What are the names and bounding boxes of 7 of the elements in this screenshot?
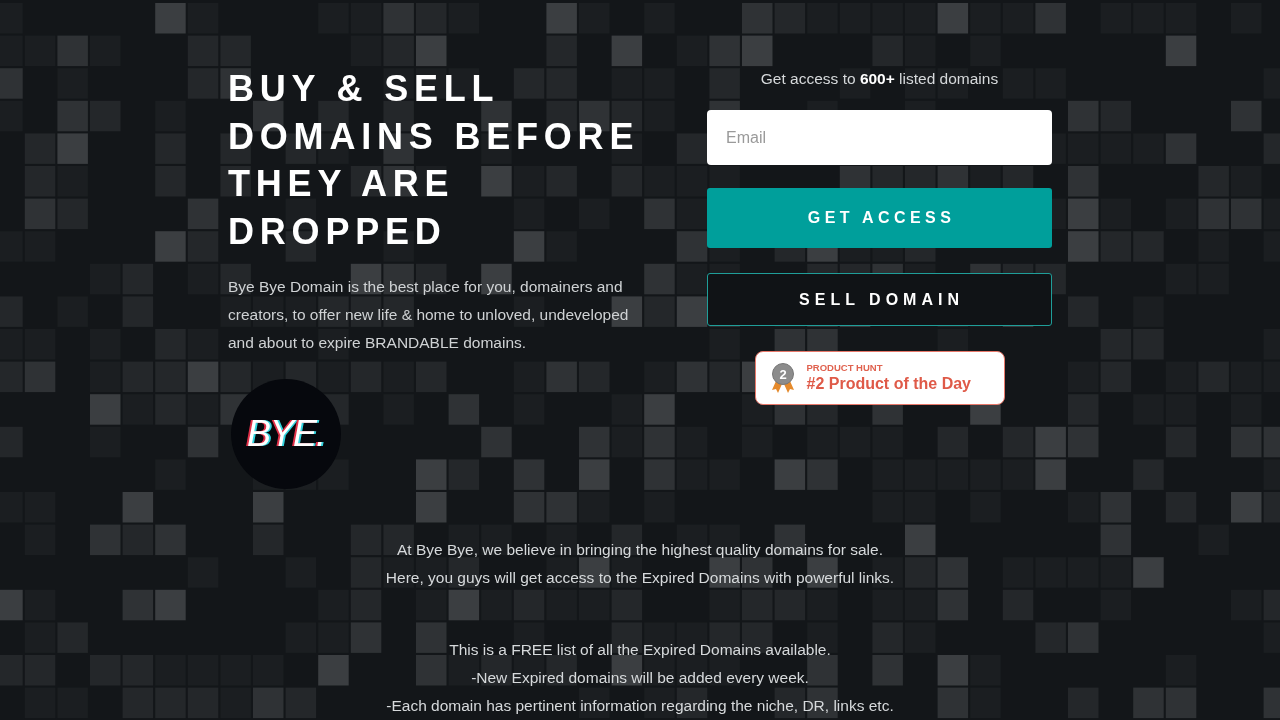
badge-source-label: PRODUCT HUNT <box>806 362 883 374</box>
badge-title: #2 Product of the Day <box>806 374 971 394</box>
about-paragraph: At Bye Bye, we believe in bringing the highest quality domains for sale. Here, you guys will get access to the Expired Domains with powerful links. <box>385 540 895 588</box>
access-headline: Get access to 600+ listed domains <box>760 69 999 89</box>
about-paragraph: This is a FREE list of all the Expired Domains available. -New Expired domains will be added every week. -Each domain has pertinent information regarding the niche, DR, links etc. <box>386 640 894 716</box>
hero-heading: BUY & SELL DOMAINS BEFORE THEY ARE DROPPED <box>228 67 641 254</box>
hero-description: Bye Bye Domain is the best place for you, domainers and creators, to offer new life & home to unloved, undeveloped and about to expire BRANDABLE domains. <box>228 277 630 353</box>
